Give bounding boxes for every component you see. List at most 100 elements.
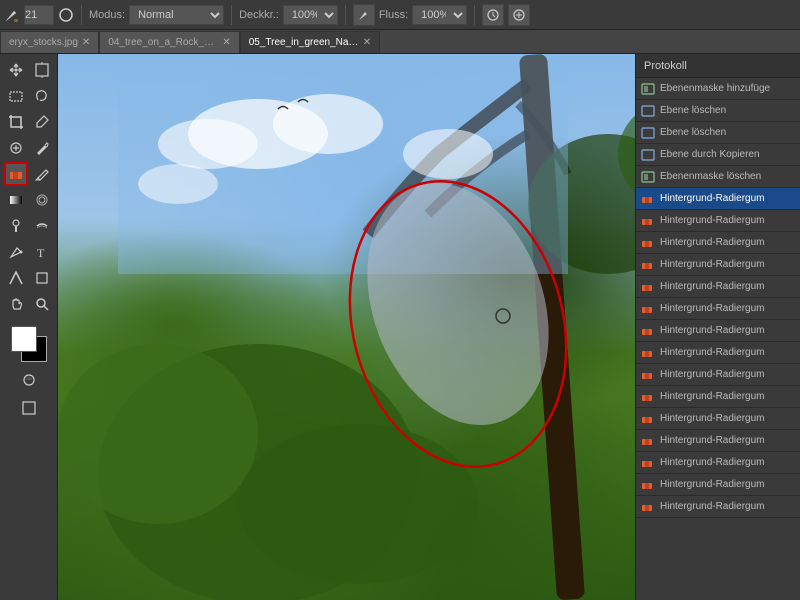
- history-icon-mask: [640, 81, 656, 97]
- zoom-tool[interactable]: [30, 292, 54, 316]
- path-selection-tool[interactable]: [4, 266, 28, 290]
- eyedropper-tool[interactable]: [30, 110, 54, 134]
- dodge-tool[interactable]: [4, 214, 28, 238]
- history-icon-eraser: [640, 455, 656, 471]
- tool-options-icon[interactable]: [482, 4, 504, 26]
- history-item-label: Hintergrund-Radiergum: [660, 303, 796, 314]
- history-item-h7[interactable]: Hintergrund-Radiergum: [636, 210, 800, 232]
- history-item-label: Hintergrund-Radiergum: [660, 457, 796, 468]
- svg-text:T: T: [37, 246, 45, 260]
- smudge-tool[interactable]: [30, 214, 54, 238]
- tab-1-label: eryx_stocks.jpg: [9, 37, 78, 48]
- history-icon-mask: [640, 169, 656, 185]
- artboard-tool[interactable]: [30, 58, 54, 82]
- canvas-area[interactable]: [58, 54, 635, 600]
- top-toolbar: 21 Modus: Normal Multiplizieren Abwedeln…: [0, 0, 800, 30]
- quick-mask-toggle[interactable]: [17, 368, 41, 392]
- history-list[interactable]: Ebenenmaske hinzufüge Ebene löschen Ebene …: [636, 78, 800, 600]
- foreground-color-swatch[interactable]: [11, 326, 37, 352]
- eraser-tool[interactable]: [4, 162, 28, 186]
- move-tool[interactable]: [4, 58, 28, 82]
- tool-row-8: T: [4, 240, 54, 264]
- mode-select[interactable]: Normal Multiplizieren Abwedeln: [129, 5, 224, 25]
- airbrush-toggle[interactable]: [353, 4, 375, 26]
- history-item-h18[interactable]: Hintergrund-Radiergum: [636, 452, 800, 474]
- tab-bar: eryx_stocks.jpg ✕ 04_tree_on_a_Rock_by_a…: [0, 30, 800, 54]
- history-item-h13[interactable]: Hintergrund-Radiergum: [636, 342, 800, 364]
- tool-row-7: [4, 214, 54, 238]
- history-item-label: Ebene durch Kopieren: [660, 149, 796, 160]
- tab-3[interactable]: 05_Tree_in_green_Nature_by_arc ✕: [240, 31, 380, 53]
- history-item-label: Ebene löschen: [660, 105, 796, 116]
- history-icon-eraser: [640, 191, 656, 207]
- history-item-h12[interactable]: Hintergrund-Radiergum: [636, 320, 800, 342]
- shape-tool[interactable]: [30, 266, 54, 290]
- healing-tool[interactable]: [4, 136, 28, 160]
- tool-row-9: [4, 266, 54, 290]
- history-item-label: Ebene löschen: [660, 127, 796, 138]
- brush-size-input[interactable]: 21: [24, 5, 54, 25]
- history-item-h16[interactable]: Hintergrund-Radiergum: [636, 408, 800, 430]
- history-item-h20[interactable]: Hintergrund-Radiergum: [636, 496, 800, 518]
- history-item-h15[interactable]: Hintergrund-Radiergum: [636, 386, 800, 408]
- tab-2[interactable]: 04_tree_on_a_Rock_by_archaeopteryx_stock…: [99, 31, 239, 53]
- history-item-h10[interactable]: Hintergrund-Radiergum: [636, 276, 800, 298]
- history-panel: Protokoll Ebenenmaske hinzufüge Ebene lös…: [635, 54, 800, 600]
- history-item-h2[interactable]: Ebene löschen: [636, 100, 800, 122]
- extra-options-icon[interactable]: [508, 4, 530, 26]
- history-item-h19[interactable]: Hintergrund-Radiergum: [636, 474, 800, 496]
- history-icon-eraser: [640, 345, 656, 361]
- color-swatches[interactable]: [11, 326, 47, 362]
- history-icon-eraser: [640, 257, 656, 273]
- history-item-label: Hintergrund-Radiergum: [660, 347, 796, 358]
- history-panel-title: Protokoll: [644, 60, 687, 72]
- opacity-select[interactable]: 100% 75% 50%: [283, 5, 338, 25]
- history-icon-layer: [640, 147, 656, 163]
- brush-options-icon[interactable]: [58, 7, 74, 23]
- tool-row-6: [4, 188, 54, 212]
- blur-tool[interactable]: [30, 188, 54, 212]
- type-tool[interactable]: T: [30, 240, 54, 264]
- pencil-tool[interactable]: [30, 162, 54, 186]
- lasso-tool[interactable]: [30, 84, 54, 108]
- history-item-h1[interactable]: Ebenenmaske hinzufüge: [636, 78, 800, 100]
- history-item-label: Hintergrund-Radiergum: [660, 435, 796, 446]
- flow-select[interactable]: 100% 75% 50%: [412, 5, 467, 25]
- history-item-label: Hintergrund-Radiergum: [660, 391, 796, 402]
- tab-3-close[interactable]: ✕: [363, 37, 371, 48]
- history-item-label: Hintergrund-Radiergum: [660, 479, 796, 490]
- pen-tool[interactable]: [4, 240, 28, 264]
- tool-row-4: [4, 136, 54, 160]
- history-item-h9[interactable]: Hintergrund-Radiergum: [636, 254, 800, 276]
- brush-tool[interactable]: [30, 136, 54, 160]
- tool-row-mask: [17, 368, 41, 392]
- marquee-tool[interactable]: [4, 84, 28, 108]
- sep3: [345, 5, 346, 25]
- hand-tool[interactable]: [4, 292, 28, 316]
- history-icon-eraser: [640, 213, 656, 229]
- history-item-h5[interactable]: Ebenenmaske löschen: [636, 166, 800, 188]
- history-icon-eraser: [640, 389, 656, 405]
- history-item-label: Hintergrund-Radiergum: [660, 369, 796, 380]
- history-item-h6[interactable]: Hintergrund-Radiergum: [636, 188, 800, 210]
- gradient-tool[interactable]: [4, 188, 28, 212]
- history-item-h11[interactable]: Hintergrund-Radiergum: [636, 298, 800, 320]
- tab-2-close[interactable]: ✕: [222, 37, 230, 48]
- history-icon-eraser: [640, 477, 656, 493]
- history-item-h4[interactable]: Ebene durch Kopieren: [636, 144, 800, 166]
- screen-mode-toggle[interactable]: [17, 396, 41, 420]
- history-item-label: Hintergrund-Radiergum: [660, 501, 796, 512]
- tool-row-screen: [17, 396, 41, 420]
- crop-tool[interactable]: [4, 110, 28, 134]
- history-item-h3[interactable]: Ebene löschen: [636, 122, 800, 144]
- history-icon-eraser: [640, 323, 656, 339]
- history-item-h14[interactable]: Hintergrund-Radiergum: [636, 364, 800, 386]
- flow-label: Fluss:: [379, 9, 408, 21]
- history-icon-eraser: [640, 235, 656, 251]
- tab-1[interactable]: eryx_stocks.jpg ✕: [0, 31, 99, 53]
- history-icon-eraser: [640, 367, 656, 383]
- history-panel-header: Protokoll: [636, 54, 800, 78]
- tab-1-close[interactable]: ✕: [82, 37, 90, 48]
- history-item-h8[interactable]: Hintergrund-Radiergum: [636, 232, 800, 254]
- history-item-h17[interactable]: Hintergrund-Radiergum: [636, 430, 800, 452]
